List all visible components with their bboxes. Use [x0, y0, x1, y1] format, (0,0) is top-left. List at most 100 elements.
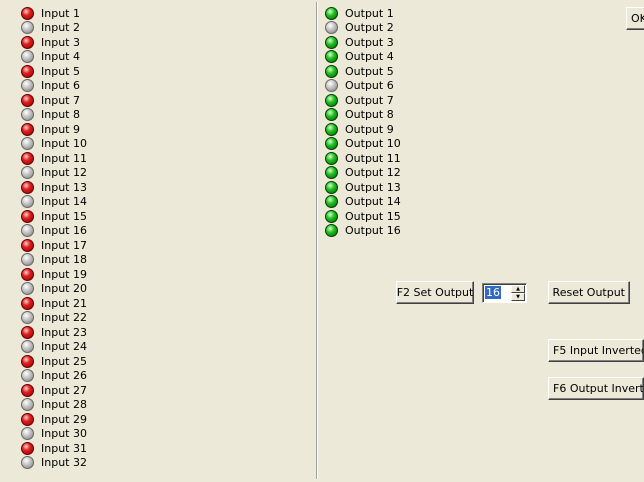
output-row-label: Output 9 [345, 122, 394, 136]
status-led-icon [21, 427, 34, 441]
input-row-label: Input 7 [41, 93, 80, 107]
output-row-label: Output 3 [345, 35, 394, 49]
input-row-label: Input 10 [41, 137, 87, 151]
status-led-icon [21, 195, 34, 209]
output-row-label: Output 8 [345, 108, 394, 122]
outputs-list: Output 1 Output 2 Output 3 Output 4 Output 5… [325, 6, 401, 238]
input-row-label: Input 8 [41, 108, 80, 122]
status-led-icon [21, 79, 34, 93]
input-row: Input 29 [21, 412, 87, 427]
status-led-icon [325, 50, 338, 64]
output-row: Output 16 [325, 224, 401, 239]
input-row: Input 27 [21, 383, 87, 398]
output-row: Output 9 [325, 122, 401, 137]
input-row: Input 13 [21, 180, 87, 195]
input-row-label: Input 4 [41, 50, 80, 64]
ok-button[interactable]: OK [626, 7, 644, 30]
status-led-icon [21, 398, 34, 412]
input-row: Input 1 [21, 6, 87, 21]
input-row-label: Input 3 [41, 35, 80, 49]
output-row: Output 11 [325, 151, 401, 166]
input-row: Input 18 [21, 253, 87, 268]
input-row-label: Input 1 [41, 6, 80, 20]
output-row-label: Output 15 [345, 209, 401, 223]
output-row-label: Output 13 [345, 180, 401, 194]
status-led-icon [21, 267, 34, 281]
output-number-spinner[interactable]: 16 ▲ ▼ [482, 283, 527, 303]
spinner-down-icon[interactable]: ▼ [511, 293, 525, 301]
status-led-icon [21, 224, 34, 238]
status-led-icon [21, 166, 34, 180]
input-row: Input 6 [21, 79, 87, 94]
input-row-label: Input 31 [41, 441, 87, 455]
status-led-icon [21, 122, 34, 136]
status-led-icon [21, 64, 34, 78]
spinner-up-icon[interactable]: ▲ [511, 285, 525, 293]
status-led-icon [21, 180, 34, 194]
input-row: Input 22 [21, 311, 87, 326]
input-row-label: Input 21 [41, 296, 87, 310]
status-led-icon [21, 253, 34, 267]
input-row-label: Input 11 [41, 151, 87, 165]
status-led-icon [325, 166, 338, 180]
input-row-label: Input 22 [41, 311, 87, 325]
status-led-icon [21, 340, 34, 354]
input-row-label: Input 14 [41, 195, 87, 209]
output-row-label: Output 14 [345, 195, 401, 209]
output-row-label: Output 5 [345, 64, 394, 78]
output-row-label: Output 7 [345, 93, 394, 107]
output-row: Output 15 [325, 209, 401, 224]
output-row-label: Output 12 [345, 166, 401, 180]
status-led-icon [21, 35, 34, 49]
status-led-icon [325, 21, 338, 35]
input-row-label: Input 12 [41, 166, 87, 180]
input-row: Input 24 [21, 340, 87, 355]
output-row: Output 5 [325, 64, 401, 79]
input-row: Input 14 [21, 195, 87, 210]
status-led-icon [21, 456, 34, 470]
output-row: Output 3 [325, 35, 401, 50]
status-led-icon [325, 108, 338, 122]
status-led-icon [21, 21, 34, 35]
status-led-icon [21, 441, 34, 455]
input-row-label: Input 28 [41, 398, 87, 412]
input-inverted-button[interactable]: F5 Input Inverted [548, 339, 644, 362]
output-row: Output 10 [325, 137, 401, 152]
input-row-label: Input 29 [41, 412, 87, 426]
input-row: Input 15 [21, 209, 87, 224]
input-row: Input 9 [21, 122, 87, 137]
input-row-label: Input 20 [41, 282, 87, 296]
set-output-button[interactable]: F2 Set Output [396, 281, 474, 304]
input-row: Input 4 [21, 50, 87, 65]
reset-output-button[interactable]: F3 Reset Output [548, 281, 630, 304]
input-row: Input 11 [21, 151, 87, 166]
input-row: Input 3 [21, 35, 87, 50]
status-led-icon [21, 137, 34, 151]
input-row: Input 8 [21, 108, 87, 123]
input-row-label: Input 24 [41, 340, 87, 354]
status-led-icon [325, 93, 338, 107]
input-row: Input 21 [21, 296, 87, 311]
input-row-label: Input 5 [41, 64, 80, 78]
output-row: Output 1 [325, 6, 401, 21]
input-row-label: Input 15 [41, 209, 87, 223]
input-row-label: Input 19 [41, 267, 87, 281]
input-row: Input 12 [21, 166, 87, 181]
output-inverted-button[interactable]: F6 Output Inverted [548, 377, 644, 400]
output-number-value[interactable]: 16 [485, 286, 501, 299]
status-led-icon [21, 6, 34, 20]
input-row-label: Input 16 [41, 224, 87, 238]
output-row: Output 6 [325, 79, 401, 94]
output-row: Output 4 [325, 50, 401, 65]
status-led-icon [21, 238, 34, 252]
input-row-label: Input 13 [41, 180, 87, 194]
status-led-icon [325, 122, 338, 136]
status-led-icon [325, 79, 338, 93]
status-led-icon [21, 209, 34, 223]
input-row: Input 5 [21, 64, 87, 79]
output-row-label: Output 1 [345, 6, 394, 20]
status-led-icon [21, 369, 34, 383]
status-led-icon [21, 282, 34, 296]
input-row: Input 2 [21, 21, 87, 36]
output-row: Output 7 [325, 93, 401, 108]
